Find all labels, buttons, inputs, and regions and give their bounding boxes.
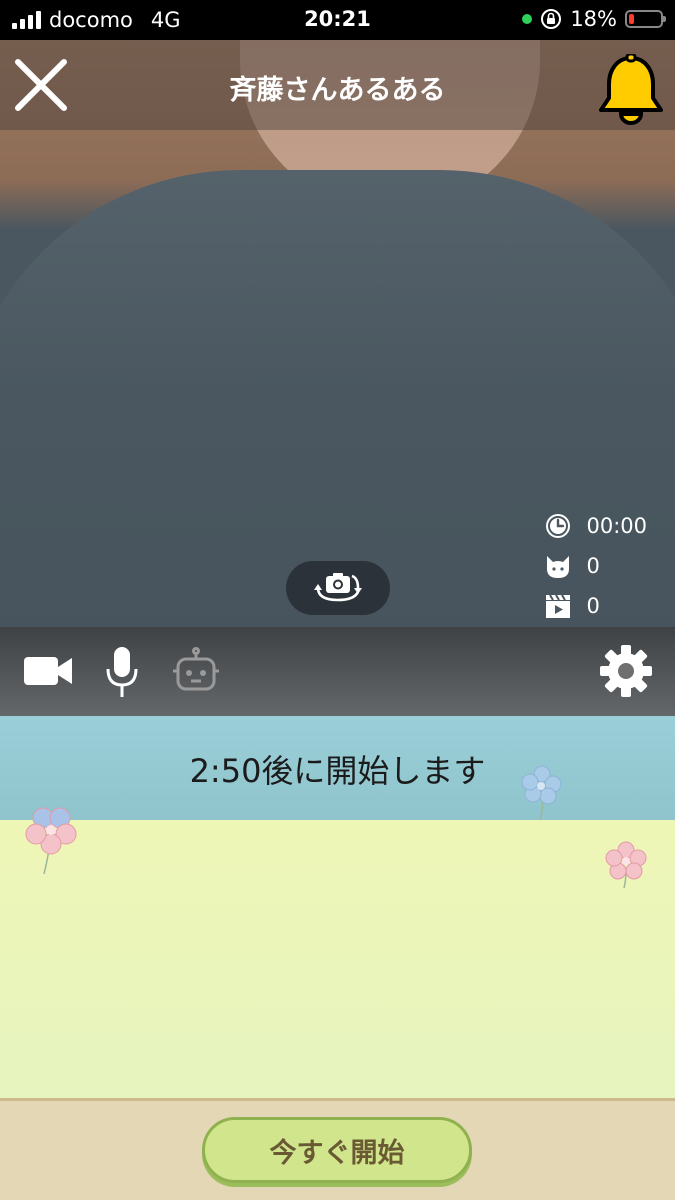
gear-icon[interactable] (598, 643, 654, 699)
cat-icon (547, 556, 570, 578)
start-now-button[interactable]: 今すぐ開始 (202, 1117, 472, 1183)
pink-blue-flower-icon (25, 807, 77, 875)
video-count: 0 (586, 594, 600, 618)
pink-flower-icon (605, 841, 647, 889)
video-camera-icon[interactable] (22, 651, 74, 691)
bottom-bar: 今すぐ開始 (0, 1098, 675, 1200)
countdown-banner: 2:50後に開始します (0, 716, 675, 821)
flip-camera-button[interactable] (286, 561, 390, 615)
privacy-indicator-icon (522, 14, 533, 24)
status-bar: docomo 4G 20:21 18% (0, 0, 675, 40)
viewer-count: 0 (586, 554, 600, 578)
viewers-stat: 0 (544, 546, 647, 586)
clock-icon (546, 514, 571, 538)
battery-percent: 18% (570, 7, 617, 31)
flip-camera-icon (314, 573, 362, 602)
robot-icon[interactable] (170, 647, 222, 695)
control-bar (0, 627, 675, 716)
elapsed-time-stat: 00:00 (544, 506, 647, 546)
meadow-background (0, 807, 675, 1098)
videos-stat: 0 (544, 586, 647, 626)
battery-icon (625, 10, 666, 28)
clapperboard-icon (546, 594, 571, 618)
camera-preview: 斉藤さんあるある 00:00 0 0 (0, 40, 675, 716)
bell-icon[interactable] (595, 54, 667, 128)
stream-stats: 00:00 0 0 (544, 506, 647, 626)
countdown-text: 2:50後に開始します (189, 752, 486, 790)
rotation-lock-icon (541, 9, 562, 29)
blue-flower-icon (521, 765, 562, 821)
page-title: 斉藤さんあるある (229, 75, 446, 106)
elapsed-time: 00:00 (586, 514, 647, 538)
microphone-icon[interactable] (104, 645, 140, 699)
top-bar: 斉藤さんあるある (0, 40, 675, 130)
status-right: 18% (522, 7, 666, 31)
